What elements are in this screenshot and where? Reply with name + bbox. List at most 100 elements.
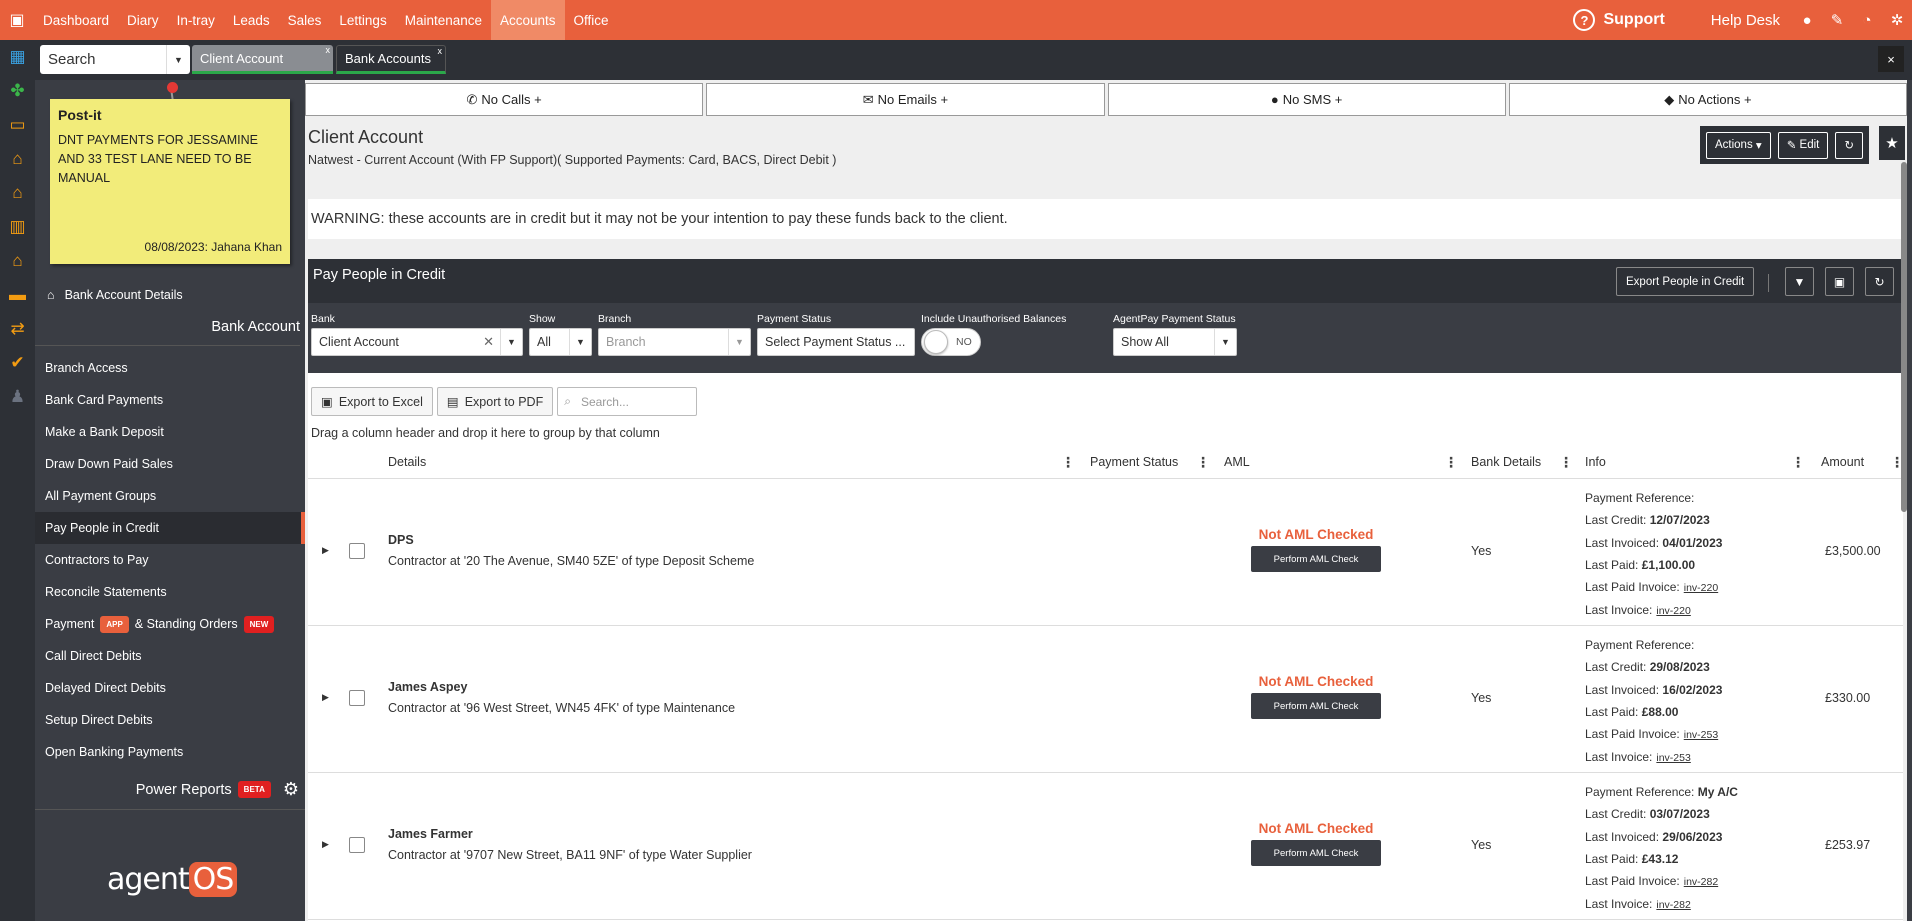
sidebar-item-make-bank-deposit[interactable]: Make a Bank Deposit <box>35 416 305 448</box>
nav-office[interactable]: Office <box>565 0 618 40</box>
chevron-down-icon[interactable]: ▼ <box>1214 329 1236 355</box>
column-header-payment-status[interactable]: Payment Status <box>1090 455 1178 469</box>
sidebar-item-setup-direct-debits[interactable]: Setup Direct Debits <box>35 704 305 736</box>
column-menu-icon[interactable]: ⋮ <box>1559 454 1573 471</box>
transfer-icon[interactable]: ⇄ <box>0 312 35 346</box>
sidebar-item-payment-standing-orders[interactable]: Payment APP & Standing Orders NEW <box>35 608 305 640</box>
clover-icon[interactable]: ✤ <box>0 74 35 108</box>
sidebar-item-contractors-to-pay[interactable]: Contractors to Pay <box>35 544 305 576</box>
sidebar-item-open-banking-payments[interactable]: Open Banking Payments <box>35 736 305 768</box>
nav-leads[interactable]: Leads <box>224 0 279 40</box>
sidebar-item-bank-card-payments[interactable]: Bank Card Payments <box>35 384 305 416</box>
column-header-aml[interactable]: AML <box>1224 455 1250 469</box>
export-pdf-button[interactable]: ▤ Export to PDF <box>436 387 554 416</box>
sms-button[interactable]: ● No SMS + <box>1107 83 1506 116</box>
column-header-info[interactable]: Info <box>1585 455 1606 469</box>
branch-select[interactable]: Branch ▼ <box>598 328 751 356</box>
nav-diary[interactable]: Diary <box>118 0 168 40</box>
last-invoice-link[interactable]: inv-220 <box>1656 605 1690 617</box>
post-it-note[interactable]: Post-it DNT PAYMENTS FOR JESSAMINE AND 3… <box>50 99 290 264</box>
users-icon[interactable]: ♟ <box>0 380 35 414</box>
last-paid-invoice-link[interactable]: inv-282 <box>1684 876 1718 888</box>
tab-bank-accounts[interactable]: Bank Accounts x <box>336 45 446 74</box>
sidebar-item-draw-down-paid-sales[interactable]: Draw Down Paid Sales <box>35 448 305 480</box>
column-menu-icon[interactable]: ⋮ <box>1791 454 1805 471</box>
global-search[interactable]: Search ▼ <box>40 45 190 74</box>
nav-maintenance[interactable]: Maintenance <box>396 0 491 40</box>
export-excel-button[interactable]: ▣ Export to Excel <box>311 387 433 416</box>
edit-button[interactable]: ✎ Edit <box>1777 131 1829 159</box>
sidebar-item-delayed-direct-debits[interactable]: Delayed Direct Debits <box>35 672 305 704</box>
bank-select[interactable]: Client Account ✕ ▼ <box>311 328 523 356</box>
actions-dropdown-button[interactable]: Actions ▾ <box>1705 131 1771 159</box>
last-paid-invoice-link[interactable]: inv-253 <box>1684 729 1718 741</box>
sidebar-item-branch-access[interactable]: Branch Access <box>35 352 305 384</box>
sidebar-item-pay-people-in-credit[interactable]: Pay People in Credit <box>35 512 305 544</box>
nav-dashboard[interactable]: Dashboard <box>34 0 118 40</box>
show-select[interactable]: All ▼ <box>529 328 592 356</box>
last-invoice-link[interactable]: inv-282 <box>1656 899 1690 911</box>
column-menu-icon[interactable]: ⋮ <box>1444 454 1458 471</box>
nav-in-tray[interactable]: In-tray <box>168 0 224 40</box>
monitor-icon[interactable]: ▭ <box>0 108 35 142</box>
actions-button[interactable]: ◆ No Actions + <box>1508 83 1907 116</box>
row-checkbox[interactable] <box>349 837 365 853</box>
expand-row-icon[interactable]: ▶ <box>322 692 329 703</box>
gear-icon[interactable]: ⚙ <box>283 779 299 800</box>
row-checkbox[interactable] <box>349 543 365 559</box>
chevron-down-icon[interactable]: ▼ <box>569 329 591 355</box>
export-people-in-credit-button[interactable]: Export People in Credit <box>1616 267 1755 296</box>
nav-lettings[interactable]: Lettings <box>330 0 395 40</box>
house-alt-icon[interactable]: ⌂ <box>0 176 35 210</box>
expand-row-icon[interactable]: ▶ <box>322 545 329 556</box>
vertical-scrollbar[interactable] <box>1901 162 1907 512</box>
payment-status-select[interactable]: Select Payment Status ... <box>757 328 915 356</box>
clear-icon[interactable]: ✕ <box>483 334 494 350</box>
helpdesk-link[interactable]: Help Desk <box>1711 12 1780 29</box>
building-icon[interactable]: ▥ <box>0 210 35 244</box>
house-icon[interactable]: ⌂ <box>0 142 35 176</box>
column-header-bank-details[interactable]: Bank Details <box>1471 455 1541 469</box>
emails-button[interactable]: ✉ No Emails + <box>706 83 1105 116</box>
bank-account-details-link[interactable]: ⌂ Bank Account Details <box>47 288 183 302</box>
refresh-icon[interactable]: ↻ <box>1865 267 1894 296</box>
sidebar-item-call-direct-debits[interactable]: Call Direct Debits <box>35 640 305 672</box>
perform-aml-check-button[interactable]: Perform AML Check <box>1251 840 1381 866</box>
chevron-down-icon[interactable]: ▼ <box>728 329 750 355</box>
unauthorised-balances-toggle[interactable]: NO <box>921 328 981 356</box>
checklist-icon[interactable]: ✔ <box>0 346 35 380</box>
column-header-details[interactable]: Details <box>388 455 426 469</box>
nav-sales[interactable]: Sales <box>279 0 331 40</box>
sidebar-item-all-payment-groups[interactable]: All Payment Groups <box>35 480 305 512</box>
expand-row-icon[interactable]: ▶ <box>322 839 329 850</box>
calendar-icon[interactable]: ▦ <box>0 40 35 74</box>
column-menu-icon[interactable]: ⋮ <box>1061 454 1075 471</box>
power-reports[interactable]: Power Reports BETA ⚙ <box>35 770 305 810</box>
tab-close-icon[interactable]: x <box>438 46 443 56</box>
chevron-down-icon[interactable]: ▼ <box>500 329 522 355</box>
property-icon[interactable]: ⌂ <box>0 244 35 278</box>
chevron-down-icon[interactable]: ▼ <box>166 45 190 74</box>
app-logo-icon[interactable]: ▣ <box>0 0 34 40</box>
alert-icon[interactable]: ● <box>1792 12 1822 29</box>
bookmark-star-icon[interactable]: ★ <box>1879 126 1905 160</box>
gear-icon[interactable]: ✲ <box>1882 11 1912 29</box>
edit-icon[interactable]: ✎ <box>1822 11 1852 29</box>
row-checkbox[interactable] <box>349 690 365 706</box>
filter-icon[interactable]: ▼ <box>1785 267 1814 296</box>
nav-accounts[interactable]: Accounts <box>491 0 565 40</box>
sidebar-item-reconcile-statements[interactable]: Reconcile Statements <box>35 576 305 608</box>
agentpay-status-select[interactable]: Show All ▼ <box>1113 328 1237 356</box>
close-all-tabs-button[interactable]: × <box>1878 46 1904 72</box>
timer-icon[interactable]: ◔ <box>1852 12 1882 29</box>
last-paid-invoice-link[interactable]: inv-220 <box>1684 582 1718 594</box>
column-header-amount[interactable]: Amount <box>1821 455 1864 469</box>
perform-aml-check-button[interactable]: Perform AML Check <box>1251 693 1381 719</box>
calls-button[interactable]: ✆ No Calls + <box>305 83 704 116</box>
column-menu-icon[interactable]: ⋮ <box>1196 454 1210 471</box>
refresh-button[interactable]: ↻ <box>1835 131 1863 159</box>
last-invoice-link[interactable]: inv-253 <box>1656 752 1690 764</box>
grid-search-input[interactable]: ⌕ Search... <box>557 387 698 416</box>
columns-icon[interactable]: ▣ <box>1825 267 1854 296</box>
perform-aml-check-button[interactable]: Perform AML Check <box>1251 546 1381 572</box>
